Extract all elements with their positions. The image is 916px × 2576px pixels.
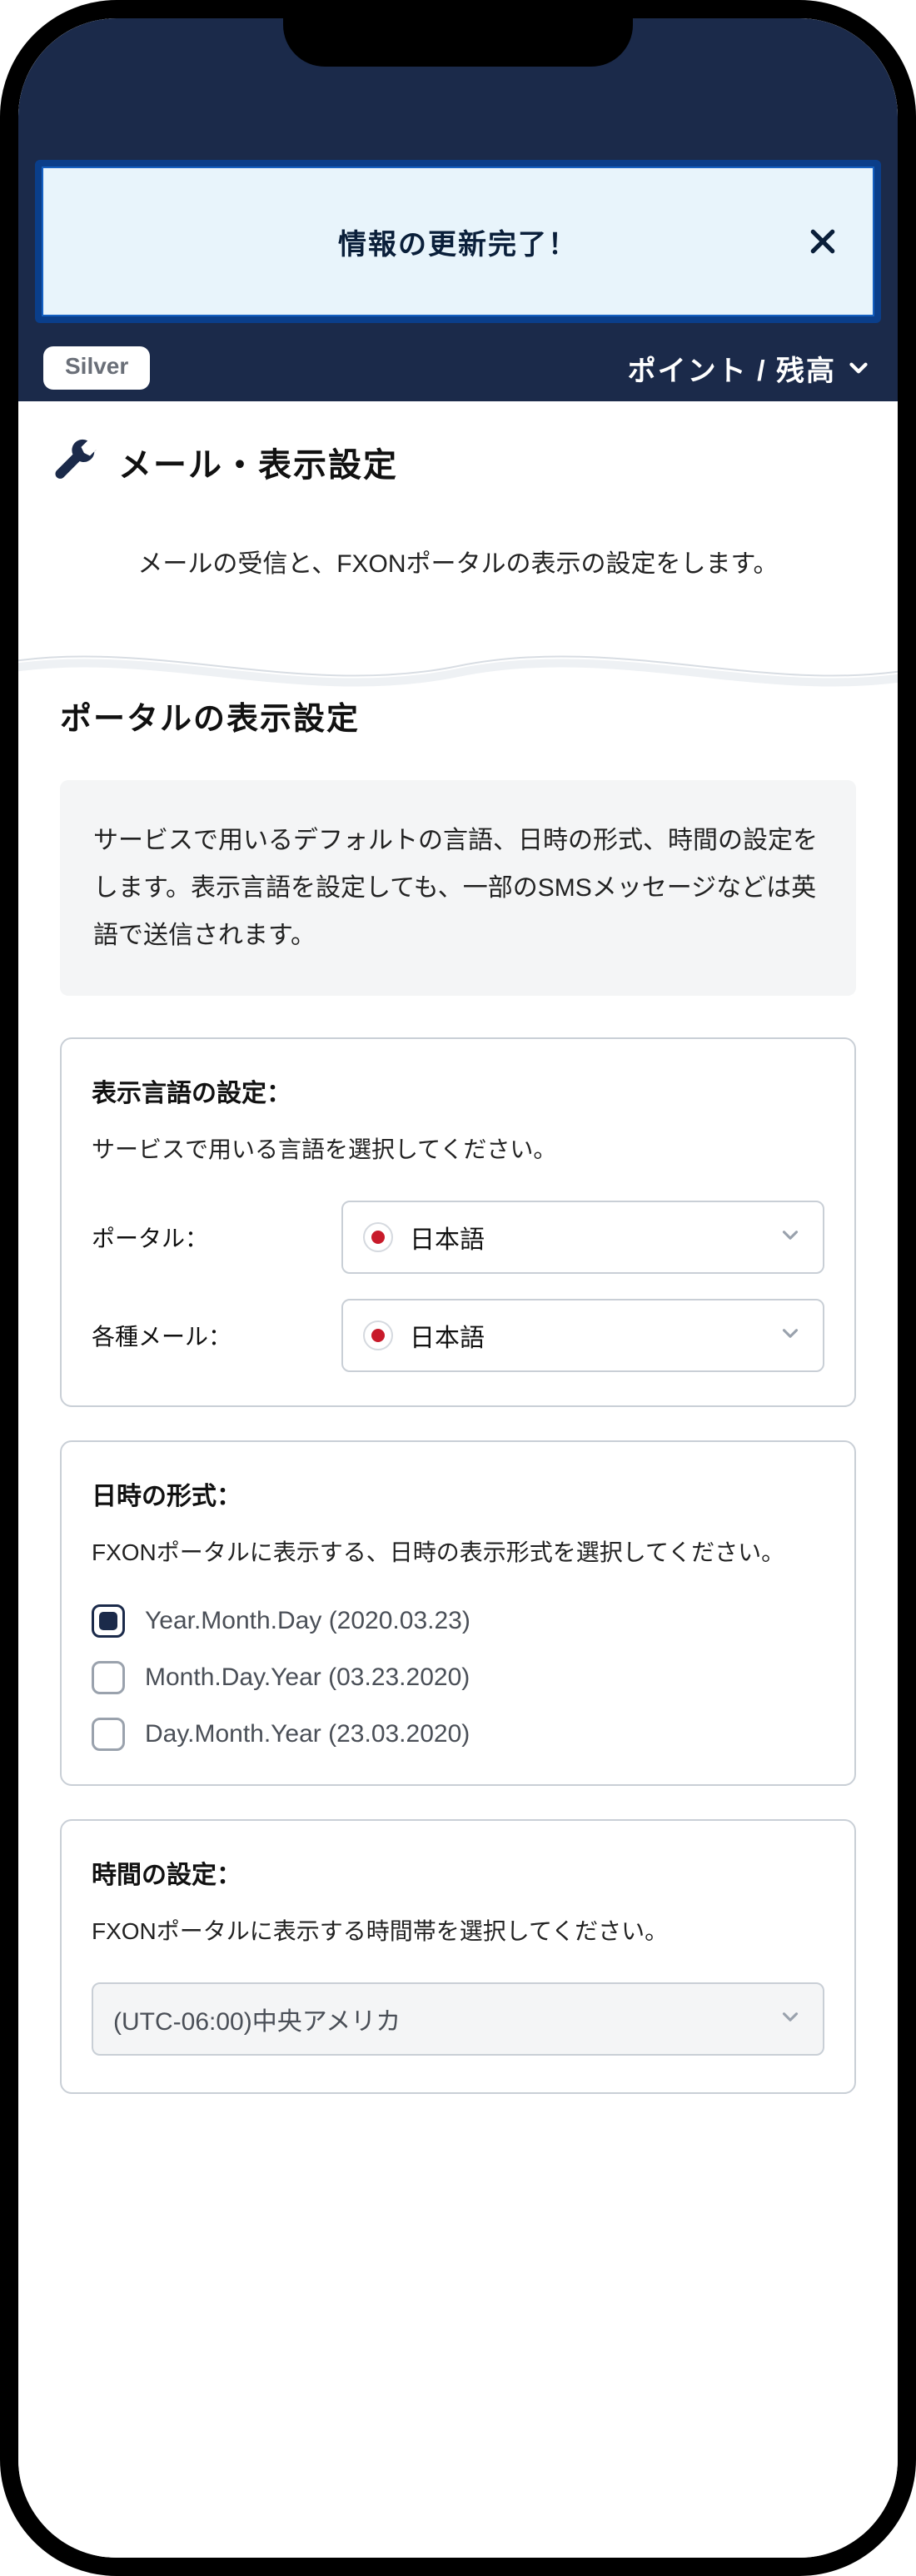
language-title: 表示言語の設定： xyxy=(92,1072,824,1109)
timezone-select[interactable]: (UTC-06:00)中央アメリカ xyxy=(92,1982,824,2056)
date-format-option-label: Day.Month.Year (23.03.2020) xyxy=(145,1720,470,1748)
portal-display-heading: ポータルの表示設定 xyxy=(60,693,856,738)
date-format-option-label: Month.Day.Year (03.23.2020) xyxy=(145,1663,470,1692)
points-label: ポイント / 残高 xyxy=(628,348,836,389)
toast-message: 情報の更新完了！ xyxy=(338,221,578,262)
timezone-value: (UTC-06:00)中央アメリカ xyxy=(113,2001,401,2037)
date-format-card: 日時の形式： FXONポータルに表示する、日時の表示形式を選択してください。 Y… xyxy=(60,1440,856,1785)
radio-checked-icon xyxy=(92,1604,125,1638)
section-description: メールの受信と、FXONポータルの表示の設定をします。 xyxy=(18,526,898,619)
phone-notch xyxy=(283,17,633,67)
portal-language-select[interactable]: 日本語 xyxy=(341,1201,824,1274)
language-hint: サービスで用いる言語を選択してください。 xyxy=(92,1129,824,1171)
portal-language-label: ポータル： xyxy=(92,1221,325,1254)
wrench-icon xyxy=(52,439,98,485)
mail-language-value: 日本語 xyxy=(410,1317,485,1354)
portal-language-value: 日本語 xyxy=(410,1219,485,1256)
timezone-hint: FXONポータルに表示する時間帯を選択してください。 xyxy=(92,1911,824,1952)
radio-unchecked-icon xyxy=(92,1661,125,1694)
date-format-title: 日時の形式： xyxy=(92,1475,824,1512)
japan-flag-icon xyxy=(363,1222,393,1252)
chevron-down-icon xyxy=(778,1223,803,1252)
date-format-option-label: Year.Month.Day (2020.03.23) xyxy=(145,1607,470,1635)
mail-language-row: 各種メール： 日本語 xyxy=(92,1299,824,1372)
status-row: Silver ポイント / 残高 xyxy=(18,335,898,401)
section-title: メール・表示設定 xyxy=(118,438,398,486)
app-screen: 情報の更新完了！ Silver ポイント / 残高 xyxy=(18,18,898,2558)
close-icon[interactable] xyxy=(804,223,841,260)
date-format-option-0[interactable]: Year.Month.Day (2020.03.23) xyxy=(92,1604,824,1638)
timezone-title: 時間の設定： xyxy=(92,1854,824,1891)
date-format-option-2[interactable]: Day.Month.Year (23.03.2020) xyxy=(92,1718,824,1751)
japan-flag-icon xyxy=(363,1320,393,1350)
date-format-hint: FXONポータルに表示する、日時の表示形式を選択してください。 xyxy=(92,1532,824,1574)
phone-frame: 情報の更新完了！ Silver ポイント / 残高 xyxy=(0,0,916,2576)
portal-display-info: サービスで用いるデフォルトの言語、日時の形式、時間の設定をします。表示言語を設定… xyxy=(60,780,856,996)
radio-unchecked-icon xyxy=(92,1718,125,1751)
mail-language-label: 各種メール： xyxy=(92,1319,325,1352)
language-card: 表示言語の設定： サービスで用いる言語を選択してください。 ポータル： 日本語 xyxy=(60,1037,856,1407)
points-balance-toggle[interactable]: ポイント / 残高 xyxy=(628,348,873,389)
portal-language-row: ポータル： 日本語 xyxy=(92,1201,824,1274)
chevron-down-icon xyxy=(778,2005,803,2034)
mail-language-select[interactable]: 日本語 xyxy=(341,1299,824,1372)
chevron-down-icon xyxy=(844,354,873,382)
date-format-option-1[interactable]: Month.Day.Year (03.23.2020) xyxy=(92,1661,824,1694)
timezone-card: 時間の設定： FXONポータルに表示する時間帯を選択してください。 (UTC-0… xyxy=(60,1819,856,2094)
tier-badge: Silver xyxy=(43,346,150,390)
content: ポータルの表示設定 サービスで用いるデフォルトの言語、日時の形式、時間の設定をし… xyxy=(18,676,898,2161)
success-toast: 情報の更新完了！ xyxy=(35,160,881,323)
section-head: メール・表示設定 xyxy=(18,418,898,506)
chevron-down-icon xyxy=(778,1321,803,1350)
